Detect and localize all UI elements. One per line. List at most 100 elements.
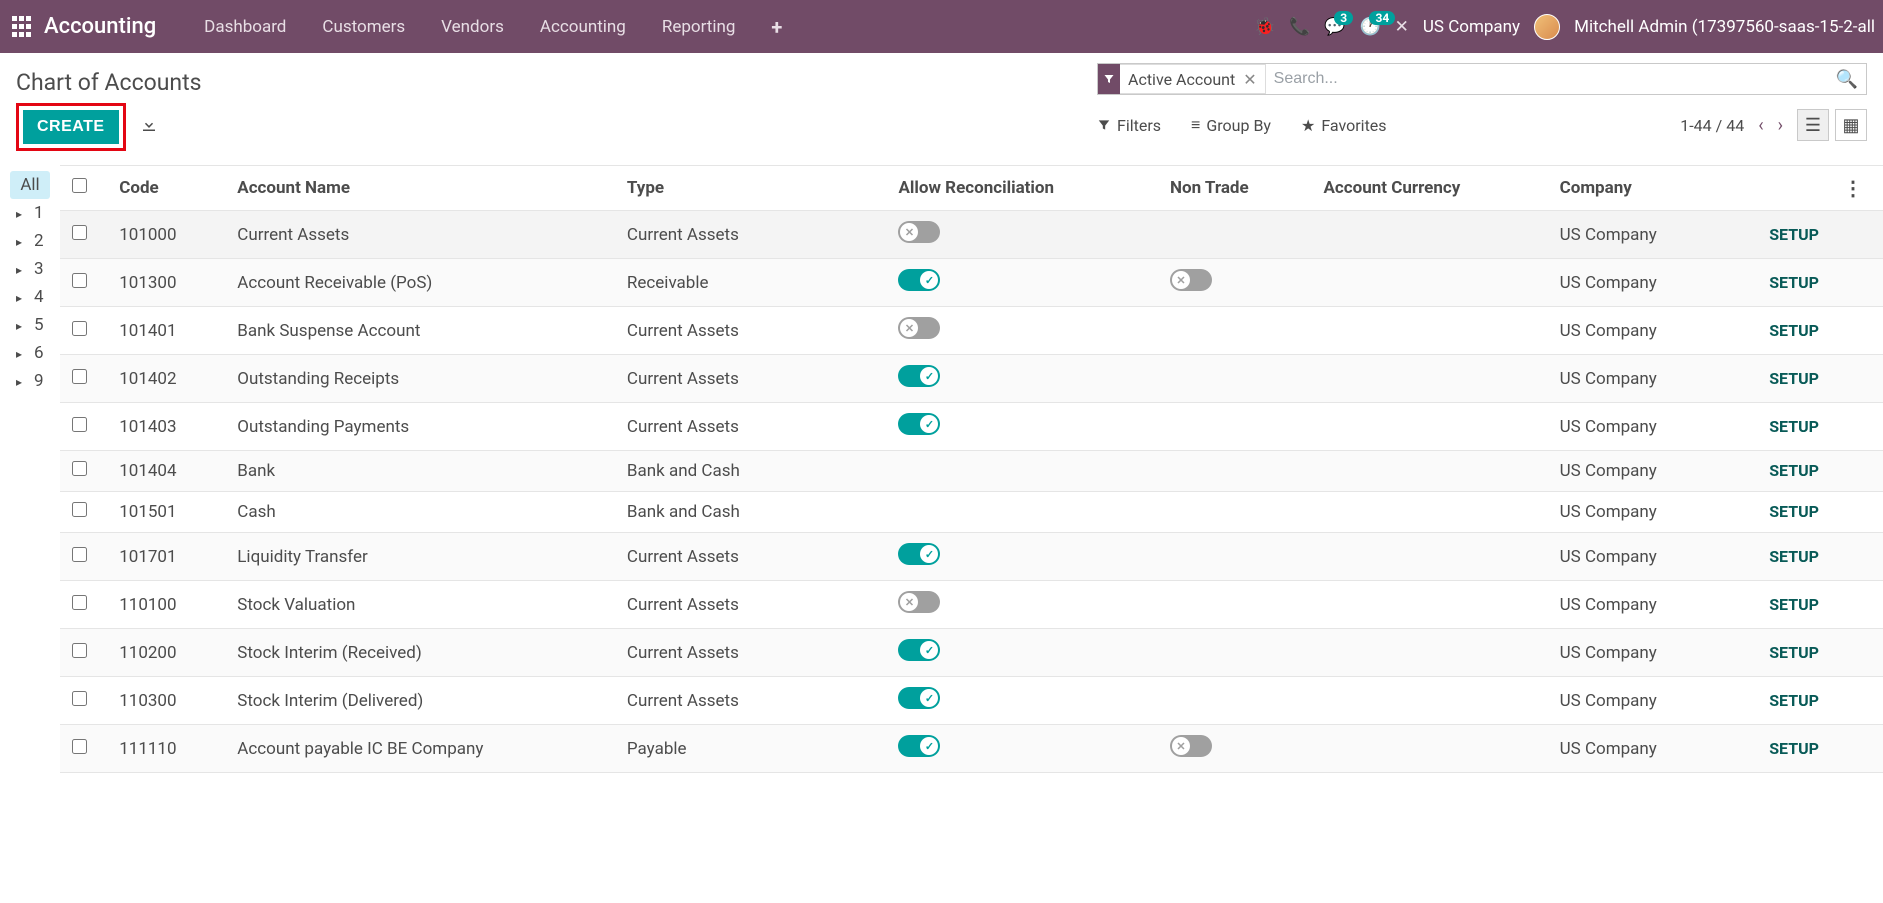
search-input[interactable] [1266, 70, 1828, 88]
nav-accounting[interactable]: Accounting [522, 3, 644, 51]
company-selector[interactable]: US Company [1423, 17, 1520, 37]
search-expand-icon[interactable]: 🔍 [1828, 69, 1866, 90]
sidebar-item-5[interactable]: 5 [10, 311, 50, 339]
row-checkbox[interactable] [72, 595, 87, 610]
nav-customers[interactable]: Customers [304, 3, 423, 51]
app-brand[interactable]: Accounting [44, 14, 156, 39]
toggle-on[interactable] [898, 687, 940, 709]
nav-dashboard[interactable]: Dashboard [186, 3, 304, 51]
table-row[interactable]: 110200 Stock Interim (Received) Current … [60, 629, 1883, 677]
setup-button[interactable]: SETUP [1769, 321, 1819, 340]
col-recon[interactable]: Allow Reconciliation [886, 166, 1158, 211]
avatar[interactable] [1534, 14, 1560, 40]
toggle-off[interactable] [1170, 735, 1212, 757]
messaging-icon[interactable]: 💬3 [1324, 17, 1345, 37]
toggle-off[interactable] [898, 221, 940, 243]
col-name[interactable]: Account Name [225, 166, 615, 211]
row-checkbox[interactable] [72, 225, 87, 240]
setup-button[interactable]: SETUP [1769, 225, 1819, 244]
sidebar-item-6[interactable]: 6 [10, 339, 50, 367]
cell-recon [886, 403, 1158, 451]
toggle-on[interactable] [898, 543, 940, 565]
sidebar-item-3[interactable]: 3 [10, 255, 50, 283]
apps-icon[interactable] [12, 16, 34, 38]
groupby-icon: ≡ [1191, 115, 1200, 135]
nav-vendors[interactable]: Vendors [423, 3, 522, 51]
sidebar-all[interactable]: All [10, 171, 50, 199]
user-menu[interactable]: Mitchell Admin (17397560-saas-15-2-all [1574, 17, 1875, 37]
toggle-off[interactable] [898, 317, 940, 339]
filters-button[interactable]: Filters [1097, 116, 1161, 135]
row-checkbox[interactable] [72, 273, 87, 288]
table-row[interactable]: 101401 Bank Suspense Account Current Ass… [60, 307, 1883, 355]
toggle-off[interactable] [1170, 269, 1212, 291]
setup-button[interactable]: SETUP [1769, 461, 1819, 480]
table-row[interactable]: 101701 Liquidity Transfer Current Assets… [60, 533, 1883, 581]
table-row[interactable]: 101501 Cash Bank and Cash US Company SET… [60, 492, 1883, 533]
col-type[interactable]: Type [615, 166, 887, 211]
row-checkbox[interactable] [72, 321, 87, 336]
nav-reporting[interactable]: Reporting [644, 3, 754, 51]
sidebar-item-2[interactable]: 2 [10, 227, 50, 255]
facet-remove-icon[interactable]: ✕ [1243, 70, 1256, 89]
cell-company: US Company [1548, 725, 1737, 773]
table-row[interactable]: 101402 Outstanding Receipts Current Asse… [60, 355, 1883, 403]
table-row[interactable]: 101404 Bank Bank and Cash US Company SET… [60, 451, 1883, 492]
row-checkbox[interactable] [72, 739, 87, 754]
setup-button[interactable]: SETUP [1769, 595, 1819, 614]
setup-button[interactable]: SETUP [1769, 273, 1819, 292]
col-currency[interactable]: Account Currency [1311, 166, 1547, 211]
row-checkbox[interactable] [72, 643, 87, 658]
nav-plus-icon[interactable]: + [753, 1, 800, 53]
cell-nontrade [1158, 629, 1311, 677]
create-button[interactable]: CREATE [23, 110, 119, 144]
table-row[interactable]: 101403 Outstanding Payments Current Asse… [60, 403, 1883, 451]
pager-next-icon[interactable]: › [1778, 115, 1783, 136]
phone-icon[interactable]: 📞 [1289, 17, 1310, 37]
kanban-view-button[interactable]: ▦ [1835, 109, 1867, 141]
select-all-checkbox[interactable] [72, 178, 87, 193]
column-options-icon[interactable]: ⋮ [1843, 176, 1863, 200]
setup-button[interactable]: SETUP [1769, 643, 1819, 662]
row-checkbox[interactable] [72, 502, 87, 517]
setup-button[interactable]: SETUP [1769, 502, 1819, 521]
col-nontrade[interactable]: Non Trade [1158, 166, 1311, 211]
toggle-on[interactable] [898, 365, 940, 387]
table-row[interactable]: 101300 Account Receivable (PoS) Receivab… [60, 259, 1883, 307]
groupby-button[interactable]: ≡ Group By [1191, 115, 1271, 135]
setup-button[interactable]: SETUP [1769, 739, 1819, 758]
row-checkbox[interactable] [72, 369, 87, 384]
bug-icon[interactable]: 🐞 [1254, 17, 1275, 37]
table-row[interactable]: 110100 Stock Valuation Current Assets US… [60, 581, 1883, 629]
setup-button[interactable]: SETUP [1769, 547, 1819, 566]
toggle-on[interactable] [898, 735, 940, 757]
search-box[interactable]: Active Account ✕ 🔍 [1097, 63, 1867, 95]
toggle-on[interactable] [898, 639, 940, 661]
accounts-table: Code Account Name Type Allow Reconciliat… [60, 166, 1883, 773]
pager-prev-icon[interactable]: ‹ [1758, 115, 1763, 136]
activity-icon[interactable]: 🕐34 [1359, 17, 1380, 37]
sidebar-item-4[interactable]: 4 [10, 283, 50, 311]
row-checkbox[interactable] [72, 417, 87, 432]
import-icon[interactable] [140, 116, 158, 139]
toggle-on[interactable] [898, 413, 940, 435]
table-row[interactable]: 101000 Current Assets Current Assets US … [60, 211, 1883, 259]
table-row[interactable]: 110300 Stock Interim (Delivered) Current… [60, 677, 1883, 725]
table-row[interactable]: 111110 Account payable IC BE Company Pay… [60, 725, 1883, 773]
setup-button[interactable]: SETUP [1769, 369, 1819, 388]
toggle-on[interactable] [898, 269, 940, 291]
setup-button[interactable]: SETUP [1769, 417, 1819, 436]
tools-icon[interactable]: ✕ [1395, 17, 1409, 37]
favorites-button[interactable]: ★ Favorites [1301, 116, 1387, 135]
setup-button[interactable]: SETUP [1769, 691, 1819, 710]
sidebar-item-9[interactable]: 9 [10, 367, 50, 395]
list-view-button[interactable]: ☰ [1797, 109, 1829, 141]
row-checkbox[interactable] [72, 691, 87, 706]
col-code[interactable]: Code [107, 166, 225, 211]
row-checkbox[interactable] [72, 547, 87, 562]
toggle-off[interactable] [898, 591, 940, 613]
col-company[interactable]: Company [1548, 166, 1737, 211]
facet-label: Active Account [1128, 70, 1235, 89]
row-checkbox[interactable] [72, 461, 87, 476]
sidebar-item-1[interactable]: 1 [10, 199, 50, 227]
